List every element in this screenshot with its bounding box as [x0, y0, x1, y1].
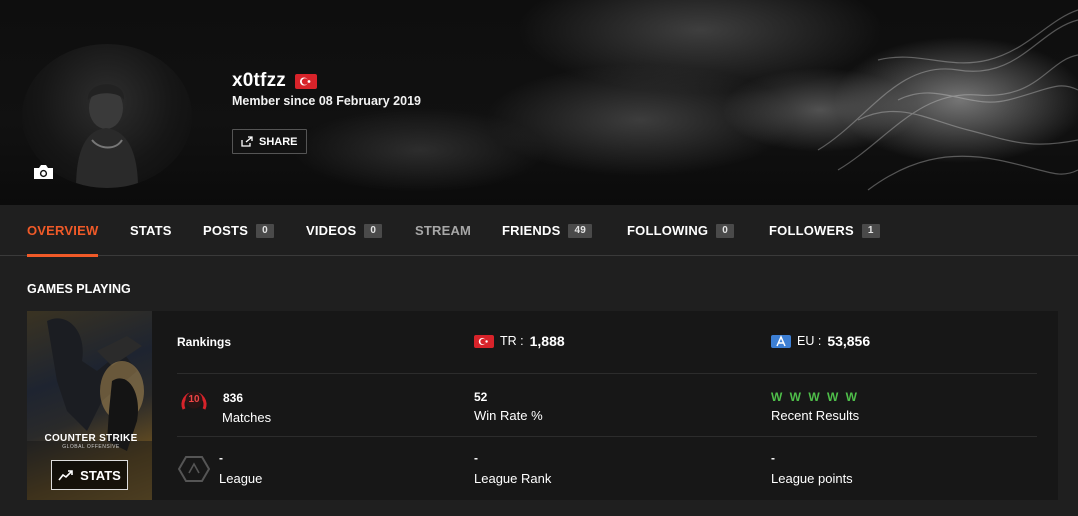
section-title: GAMES PLAYING [27, 282, 131, 296]
tab-label: FOLLOWING [627, 223, 709, 238]
avatar-figure [76, 84, 138, 188]
tab-label: VIDEOS [306, 223, 357, 238]
league-rank-value: - [474, 451, 478, 465]
eu-label: EU : [797, 334, 822, 348]
eu-region-icon [771, 334, 791, 348]
tab-following[interactable]: FOLLOWING 0 [627, 205, 734, 256]
tab-label: FOLLOWERS [769, 223, 854, 238]
tab-label: OVERVIEW [27, 223, 99, 238]
game-stats-panel [152, 311, 1058, 500]
recent-results: W W W W W [771, 390, 859, 404]
tab-videos[interactable]: VIDEOS 0 [306, 205, 383, 256]
turkey-flag-icon [295, 73, 317, 89]
league-rank-label: League Rank [474, 471, 552, 486]
trend-icon [58, 470, 73, 481]
turkey-flag-icon [474, 334, 494, 348]
tab-label: FRIENDS [502, 223, 561, 238]
tab-overview[interactable]: OVERVIEW [27, 205, 99, 257]
share-button[interactable]: SHARE [232, 129, 307, 154]
following-count-badge: 0 [716, 223, 734, 238]
friends-count-badge: 49 [568, 223, 592, 238]
tab-label: STREAM [415, 223, 472, 238]
league-icon [177, 455, 211, 483]
row-divider [177, 436, 1037, 437]
league-points-value: - [771, 451, 775, 465]
profile-banner: x0tfzz Member since 08 February 2019 SHA… [0, 0, 1078, 205]
member-since: Member since 08 February 2019 [232, 94, 421, 108]
stats-label: STATS [80, 467, 121, 483]
tab-label: STATS [130, 223, 172, 238]
posts-count-badge: 0 [256, 223, 274, 238]
tr-ranking: TR : 1,888 [474, 333, 565, 349]
username: x0tfzz [232, 70, 286, 91]
tab-stream[interactable]: STREAM [415, 205, 471, 256]
row-divider [177, 373, 1037, 374]
eu-value: 53,856 [827, 333, 871, 349]
matches-label: Matches [222, 410, 272, 425]
smoke-decoration [817, 9, 1078, 191]
eu-ranking: EU : 53,856 [771, 333, 870, 349]
followers-count-badge: 1 [861, 223, 880, 238]
skill-level-icon: 10 [179, 387, 209, 413]
game-title: COUNTER STRIKE [44, 433, 138, 444]
game-subtitle: GLOBAL OFFENSIVE [62, 444, 120, 450]
tab-posts[interactable]: POSTS 0 [203, 205, 274, 256]
rankings-label: Rankings [177, 335, 232, 349]
league-label: League [219, 471, 263, 486]
skill-level-value: 10 [188, 394, 200, 405]
tab-stats[interactable]: STATS [130, 205, 172, 256]
profile-nav: OVERVIEW STATS POSTS 0 VIDEOS 0 STREAM F… [0, 205, 1078, 257]
winrate-value: 52 [474, 390, 488, 404]
matches-value: 836 [223, 391, 244, 405]
camera-icon[interactable] [33, 164, 54, 180]
winrate-label: Win Rate % [474, 408, 543, 423]
league-points-label: League points [771, 471, 853, 486]
share-label: SHARE [259, 135, 298, 148]
videos-count-badge: 0 [364, 223, 383, 238]
tr-value: 1,888 [529, 333, 565, 349]
tab-friends[interactable]: FRIENDS 49 [502, 205, 592, 256]
tr-label: TR : [500, 334, 524, 348]
recent-results-label: Recent Results [771, 408, 860, 423]
tab-label: POSTS [203, 223, 249, 238]
tab-followers[interactable]: FOLLOWERS 1 [769, 205, 880, 256]
game-stats-button[interactable]: STATS [51, 460, 128, 490]
league-value: - [219, 451, 223, 465]
share-icon [241, 136, 253, 147]
